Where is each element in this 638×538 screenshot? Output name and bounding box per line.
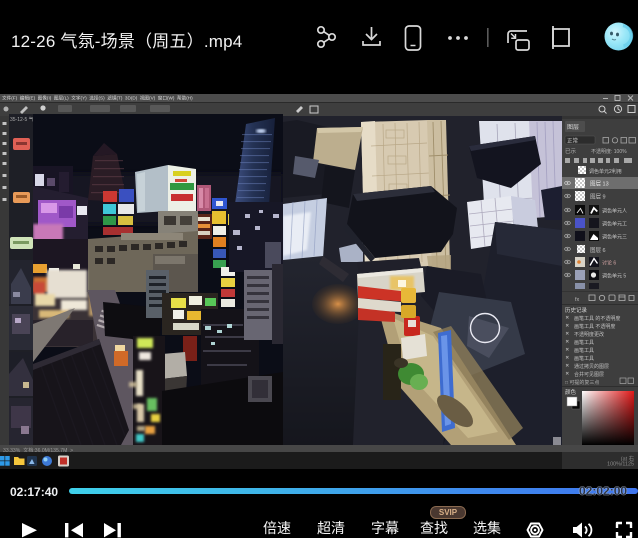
svg-text:调色单元2利用: 调色单元2利用: [589, 168, 622, 175]
svg-text:正常: 正常: [567, 137, 579, 145]
svg-text:画笔工具 不透明度: 画笔工具 不透明度: [574, 323, 615, 330]
svg-text:合并可见图层: 合并可见图层: [574, 371, 604, 378]
svg-text:调色单元人: 调色单元人: [602, 208, 627, 215]
svg-text:□ 可提的复三点: □ 可提的复三点: [565, 379, 599, 386]
svg-text:图层 9: 图层 9: [590, 193, 606, 201]
svg-text:图层 13: 图层 13: [590, 180, 609, 188]
svg-text:fx: fx: [575, 297, 580, 303]
svg-text:不透明度更改: 不透明度更改: [574, 331, 604, 338]
svg-text:不透明度: 100%: 不透明度: 100%: [591, 148, 627, 155]
svg-text:已示: 已示: [565, 148, 577, 155]
svg-text:历史记录: 历史记录: [565, 306, 588, 314]
svg-text:画笔工具 的不透明度: 画笔工具 的不透明度: [574, 315, 620, 322]
svg-text:调色单元工: 调色单元工: [602, 221, 627, 228]
svg-text:画笔工具: 画笔工具: [574, 355, 594, 362]
svg-text:讨论 6: 讨论 6: [602, 260, 616, 267]
svg-text:画笔工具: 画笔工具: [574, 339, 594, 346]
svg-text:调色单元 5: 调色单元 5: [602, 273, 626, 280]
svg-text:画笔工具: 画笔工具: [574, 347, 594, 354]
svg-text:图层 6: 图层 6: [590, 246, 606, 254]
svg-text:颜色: 颜色: [565, 388, 577, 396]
svg-text:图层: 图层: [567, 124, 579, 131]
svg-text:通过拷贝的图层: 通过拷贝的图层: [574, 363, 609, 370]
svg-text:调色单元三: 调色单元三: [602, 234, 627, 241]
